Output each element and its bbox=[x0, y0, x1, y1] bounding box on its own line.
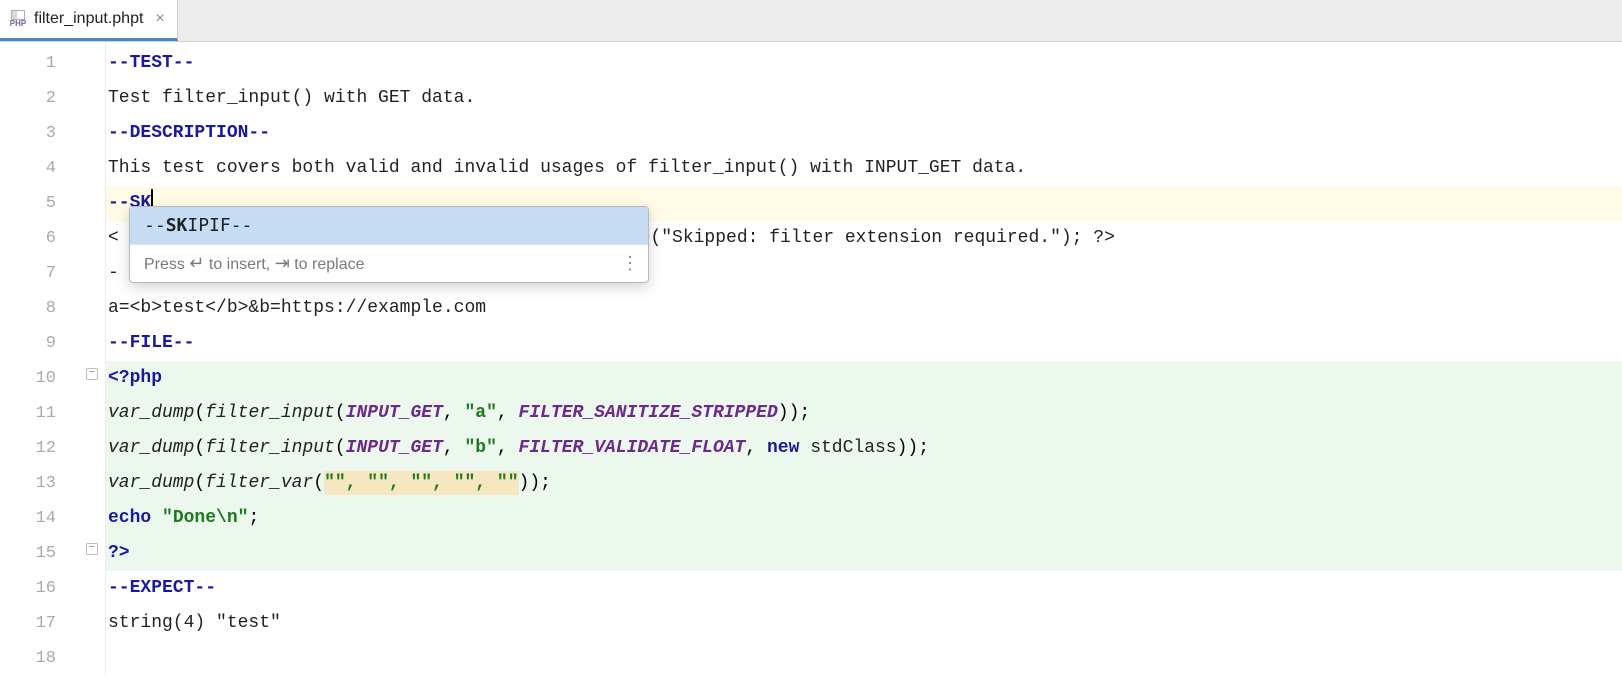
line-number: 14 bbox=[0, 501, 80, 536]
line-number: 6 bbox=[0, 221, 80, 256]
line-number: 5 bbox=[0, 186, 80, 221]
close-icon[interactable]: × bbox=[155, 10, 165, 28]
section-test: --TEST-- bbox=[108, 53, 194, 73]
php-close-tag: ?> bbox=[108, 543, 130, 563]
code-area[interactable]: --TEST-- Test filter_input() with GET da… bbox=[106, 42, 1622, 676]
line-number: 16 bbox=[0, 571, 80, 606]
completion-popup: --SKIPIF-- Press ↵ to insert, ⇥ to repla… bbox=[129, 206, 649, 283]
warning-highlight: "", "", "", "", "" bbox=[324, 471, 518, 495]
line-number: 9 bbox=[0, 326, 80, 361]
line-number: 3 bbox=[0, 116, 80, 151]
line-gutter: 1 2 3 4 5 6 7 8 9 10 11 12 13 14 15 16 1… bbox=[0, 42, 80, 676]
editor: 1 2 3 4 5 6 7 8 9 10 11 12 13 14 15 16 1… bbox=[0, 42, 1622, 676]
completion-item[interactable]: --SKIPIF-- bbox=[130, 207, 648, 244]
line-number: 7 bbox=[0, 256, 80, 291]
line-number: 2 bbox=[0, 81, 80, 116]
code-text: This test covers both valid and invalid … bbox=[108, 158, 1026, 178]
fold-toggle-icon[interactable] bbox=[86, 368, 98, 380]
enter-key-icon: ↵ bbox=[189, 253, 204, 273]
line-number: 18 bbox=[0, 641, 80, 676]
section-expect: --EXPECT-- bbox=[108, 578, 216, 598]
tab-label: filter_input.phpt bbox=[34, 10, 143, 28]
fold-toggle-icon[interactable] bbox=[86, 543, 98, 555]
editor-tab[interactable]: PHP filter_input.phpt × bbox=[0, 0, 178, 41]
php-file-icon: PHP bbox=[8, 9, 28, 29]
line-number: 11 bbox=[0, 396, 80, 431]
code-text: - bbox=[108, 263, 119, 283]
line-number: 12 bbox=[0, 431, 80, 466]
line-number: 1 bbox=[0, 46, 80, 81]
fold-strip bbox=[80, 42, 106, 676]
completion-hint: Press ↵ to insert, ⇥ to replace ⋮ bbox=[130, 244, 648, 282]
php-open-tag: <?php bbox=[108, 368, 162, 388]
line-number: 4 bbox=[0, 151, 80, 186]
line-number: 15 bbox=[0, 536, 80, 571]
line-number: 10 bbox=[0, 361, 80, 396]
code-text: string(4) "test" bbox=[108, 613, 281, 633]
section-file: --FILE-- bbox=[108, 333, 194, 353]
code-text: a=<b>test</b>&b=https://example.com bbox=[108, 298, 486, 318]
tab-key-icon: ⇥ bbox=[275, 253, 290, 273]
line-number: 13 bbox=[0, 466, 80, 501]
code-text: ie("Skipped: filter extension required."… bbox=[629, 228, 1115, 248]
section-description: --DESCRIPTION-- bbox=[108, 123, 270, 143]
code-text: < bbox=[108, 228, 119, 248]
line-number: 17 bbox=[0, 606, 80, 641]
tab-bar: PHP filter_input.phpt × bbox=[0, 0, 1622, 42]
line-number: 8 bbox=[0, 291, 80, 326]
code-text: Test filter_input() with GET data. bbox=[108, 88, 475, 108]
kebab-menu-icon[interactable]: ⋮ bbox=[621, 253, 638, 274]
